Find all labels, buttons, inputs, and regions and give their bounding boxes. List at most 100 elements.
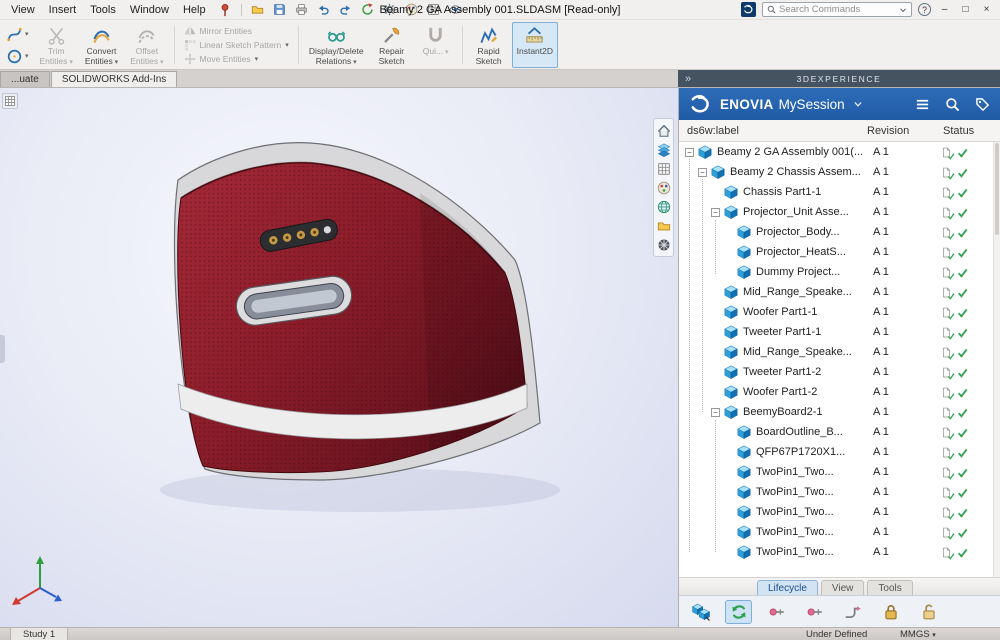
motion-study-tab[interactable]: Study 1 <box>10 628 68 640</box>
tree-row[interactable]: Mid_Range_Speake... A 1 <box>679 342 1000 362</box>
expander-icon[interactable]: − <box>685 148 694 157</box>
print-icon[interactable] <box>294 2 309 17</box>
tree-row[interactable]: Woofer Part1-1 A 1 <box>679 302 1000 322</box>
3dexperience-launcher-button[interactable] <box>741 2 756 17</box>
tree-row[interactable]: Projector_Body... A 1 <box>679 222 1000 242</box>
tree-row[interactable]: − Beamy 2 Chassis Assem... A 1 <box>679 162 1000 182</box>
panel-tab-lifecycle[interactable]: Lifecycle <box>757 580 818 595</box>
trim-entities[interactable]: TrimEntities ▾ <box>35 22 78 68</box>
tree-row[interactable]: TwoPin1_Two... A 1 <box>679 522 1000 542</box>
tree-row[interactable]: TwoPin1_Two... A 1 <box>679 462 1000 482</box>
close-button[interactable]: × <box>979 4 994 15</box>
expander-icon[interactable]: − <box>711 208 720 217</box>
panel-tab-tools[interactable]: Tools <box>867 580 912 595</box>
left-panel-handle[interactable] <box>0 335 5 363</box>
restore-button[interactable]: □ <box>958 4 973 15</box>
graphics-area[interactable] <box>0 88 678 627</box>
rebuild-icon[interactable] <box>360 2 375 17</box>
tab--uate[interactable]: ...uate <box>0 71 50 87</box>
expander-icon[interactable]: − <box>698 168 707 177</box>
folder-icon[interactable] <box>656 218 671 233</box>
open-icon[interactable] <box>250 2 265 17</box>
environment-globe-icon[interactable] <box>656 199 671 214</box>
assembly-model[interactable] <box>0 88 678 627</box>
undo-icon[interactable] <box>316 2 331 17</box>
help-button[interactable]: ? <box>918 3 931 16</box>
tree-row[interactable]: Projector_HeatS... A 1 <box>679 242 1000 262</box>
home-icon[interactable] <box>656 123 671 138</box>
tree-row[interactable]: − Projector_Unit Asse... A 1 <box>679 202 1000 222</box>
menu-insert[interactable]: Insert <box>42 4 84 16</box>
connect-icon[interactable] <box>801 600 828 624</box>
tree-scrollbar[interactable] <box>993 142 1000 577</box>
disconnect-icon[interactable] <box>763 600 790 624</box>
linear-sketch-pattern[interactable]: Linear Sketch Pattern▾ <box>184 39 289 52</box>
tree-row[interactable]: Dummy Project... A 1 <box>679 262 1000 282</box>
rapid-sketch[interactable]: RapidSketch <box>468 22 510 68</box>
part-cube-icon <box>724 385 738 399</box>
item-revision: A 1 <box>873 326 889 338</box>
search-icon[interactable] <box>945 97 960 112</box>
tree-row[interactable]: TwoPin1_Two... A 1 <box>679 542 1000 562</box>
menu-view[interactable]: View <box>4 4 42 16</box>
menu-tools[interactable]: Tools <box>83 4 123 16</box>
tree-row[interactable]: TwoPin1_Two... A 1 <box>679 482 1000 502</box>
expander-icon[interactable]: − <box>711 408 720 417</box>
pin-icon[interactable] <box>218 3 232 17</box>
item-label: Tweeter Part1-1 <box>743 326 866 338</box>
minimize-button[interactable]: – <box>937 4 952 15</box>
chevron-down-icon[interactable] <box>899 6 907 14</box>
offset-entities[interactable]: OffsetEntities ▾ <box>125 22 168 68</box>
column-label[interactable]: ds6w:label <box>679 125 739 137</box>
tree-row[interactable]: Chassis Part1-1 A 1 <box>679 182 1000 202</box>
circle-flyout[interactable]: ▾ <box>4 46 31 66</box>
convert-entities[interactable]: ConvertEntities ▾ <box>80 22 123 68</box>
mirror-entities[interactable]: Mirror Entities <box>184 25 289 38</box>
lock-icon[interactable] <box>877 600 904 624</box>
save-icon[interactable] <box>272 2 287 17</box>
units-selector[interactable]: MMGS ▾ <box>900 629 936 640</box>
column-revision[interactable]: Revision <box>867 125 909 137</box>
tree-row[interactable]: Mid_Range_Speake... A 1 <box>679 282 1000 302</box>
column-status[interactable]: Status <box>943 125 974 137</box>
tree-row[interactable]: BoardOutline_B... A 1 <box>679 422 1000 442</box>
search-input[interactable] <box>779 4 896 15</box>
appearance-palette-icon[interactable] <box>656 180 671 195</box>
collapse-panel-icon[interactable]: » <box>685 73 691 85</box>
sync-status-icon <box>957 207 968 218</box>
command-search[interactable] <box>762 2 912 17</box>
scrollbar-thumb[interactable] <box>995 143 999 235</box>
redo-icon[interactable] <box>338 2 353 17</box>
tree-row[interactable]: TwoPin1_Two... A 1 <box>679 502 1000 522</box>
item-status <box>941 206 968 219</box>
options-wheel-icon[interactable] <box>656 237 671 252</box>
tree-row[interactable]: Tweeter Part1-1 A 1 <box>679 322 1000 342</box>
tree-row[interactable]: − Beamy 2 GA Assembly 001(... A 1 <box>679 142 1000 162</box>
style-spline-flyout[interactable]: ▾ <box>4 24 31 44</box>
repair-sketch[interactable]: RepairSketch <box>371 22 413 68</box>
select-related-icon[interactable] <box>687 600 714 624</box>
tree-row[interactable]: − BeemyBoard2-1 A 1 <box>679 402 1000 422</box>
unlock-icon[interactable] <box>915 600 942 624</box>
item-label: Beamy 2 Chassis Assem... <box>730 166 866 178</box>
reroute-icon[interactable] <box>839 600 866 624</box>
menu-icon[interactable] <box>915 97 930 112</box>
quick-snaps[interactable]: Qui... ▾ <box>415 22 457 68</box>
menu-window[interactable]: Window <box>123 4 176 16</box>
tab-solidworks-add-ins[interactable]: SOLIDWORKS Add-Ins <box>51 71 177 87</box>
tree-row[interactable]: Woofer Part1-2 A 1 <box>679 382 1000 402</box>
instant2d[interactable]: Instant2D <box>512 22 558 68</box>
tag-icon[interactable] <box>975 97 990 112</box>
views-grid-icon[interactable] <box>656 161 671 176</box>
move-entities[interactable]: Move Entities▾ <box>184 53 289 66</box>
layers-icon[interactable] <box>656 142 671 157</box>
display-delete-relations[interactable]: Display/DeleteRelations ▾ <box>304 22 369 68</box>
tree-row[interactable]: QFP67P1720X1... A 1 <box>679 442 1000 462</box>
session-chevron-icon[interactable] <box>853 99 863 109</box>
units-value: MMGS <box>900 629 930 640</box>
tree-row[interactable]: Tweeter Part1-2 A 1 <box>679 362 1000 382</box>
panel-tab-view[interactable]: View <box>821 580 865 595</box>
refresh-session-icon[interactable] <box>725 600 752 624</box>
menu-help[interactable]: Help <box>176 4 213 16</box>
left-dock-icon[interactable] <box>2 93 18 109</box>
